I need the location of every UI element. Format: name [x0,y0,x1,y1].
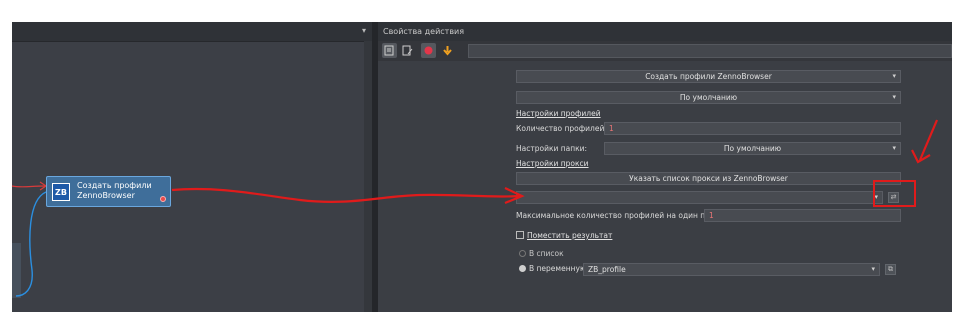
annotations-overlay [171,119,939,207]
annotation-highlight-box [873,180,916,207]
annotation-arrow-line [171,187,521,203]
annotation-pointer-line [918,119,939,161]
